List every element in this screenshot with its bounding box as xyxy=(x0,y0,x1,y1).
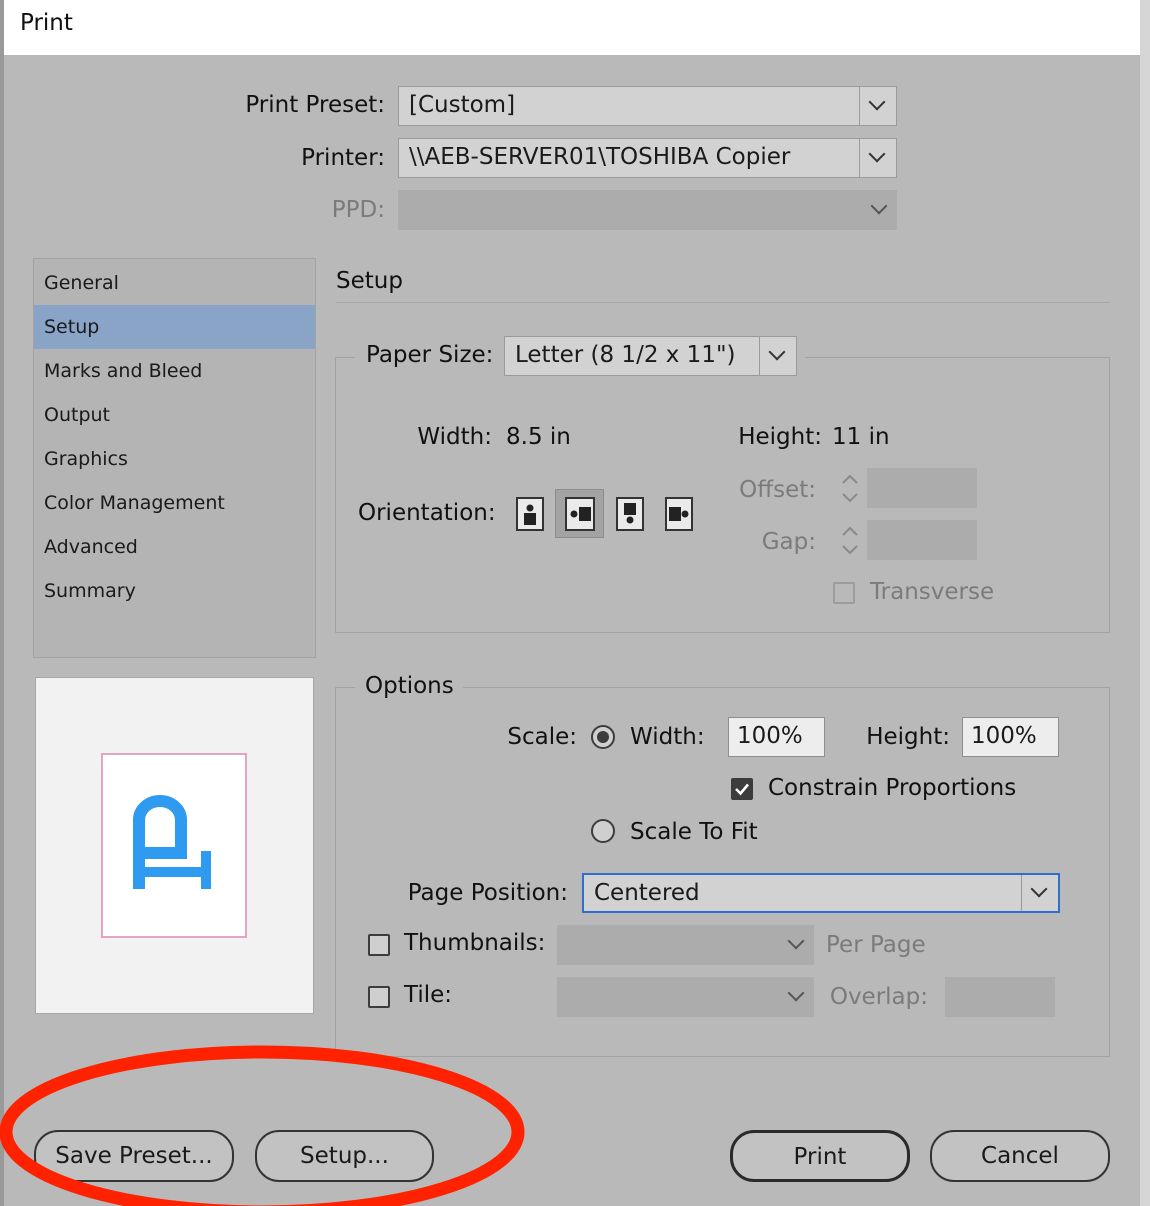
gap-stepper xyxy=(833,520,867,560)
ppd-dropdown xyxy=(398,190,897,230)
gap-field xyxy=(867,520,977,560)
nav-item-color-management[interactable]: Color Management xyxy=(34,481,315,525)
nav-item-graphics[interactable]: Graphics xyxy=(34,437,315,481)
category-list: General Setup Marks and Bleed Output Gra… xyxy=(33,258,316,658)
nav-item-general[interactable]: General xyxy=(34,261,315,305)
ppd-label: PPD: xyxy=(331,197,385,223)
nav-item-marks-and-bleed[interactable]: Marks and Bleed xyxy=(34,349,315,393)
landscape-orientation-button[interactable] xyxy=(555,489,604,538)
scale-to-fit-radio[interactable] xyxy=(591,819,615,843)
print-preset-dropdown[interactable]: [Custom] xyxy=(398,86,897,126)
reverse-portrait-orientation-icon[interactable] xyxy=(615,496,645,532)
chevron-down-icon xyxy=(870,197,888,215)
transverse-label: Transverse xyxy=(870,579,995,605)
setup-heading: Setup xyxy=(336,268,403,294)
transverse-checkbox xyxy=(833,582,855,604)
scale-height-label: Height: xyxy=(866,724,950,750)
printer-value: \\AEB-SERVER01\TOSHIBA Copier xyxy=(409,144,791,170)
offset-field xyxy=(867,468,977,508)
scale-to-fit-label: Scale To Fit xyxy=(630,819,758,845)
checkmark-icon xyxy=(735,783,749,796)
tile-checkbox[interactable] xyxy=(368,986,390,1008)
page-position-label: Page Position: xyxy=(407,880,568,906)
cancel-button[interactable]: Cancel xyxy=(930,1130,1110,1182)
offset-label: Offset: xyxy=(739,477,816,503)
paper-size-label: Paper Size: xyxy=(366,342,494,368)
gap-label: Gap: xyxy=(761,529,816,555)
print-preset-value: [Custom] xyxy=(409,92,516,118)
tile-label: Tile: xyxy=(404,982,453,1008)
height-value: 11 in xyxy=(832,424,890,450)
width-label: Width: xyxy=(417,424,492,450)
setup-separator xyxy=(336,302,1110,303)
page-position-value: Centered xyxy=(594,880,700,906)
window-title: Print xyxy=(20,10,73,36)
overlap-field xyxy=(945,977,1055,1017)
title-bar[interactable] xyxy=(4,0,1140,55)
page-position-dropdown[interactable]: Centered xyxy=(582,873,1060,913)
constrain-proportions-label: Constrain Proportions xyxy=(768,775,1017,801)
offset-stepper xyxy=(833,468,867,508)
overlap-label: Overlap: xyxy=(829,984,928,1010)
chevron-down-icon[interactable] xyxy=(1021,875,1058,911)
landscape-orientation-icon xyxy=(565,497,595,531)
constrain-proportions-checkbox[interactable] xyxy=(731,778,753,800)
chevron-down-icon xyxy=(787,984,805,1002)
nav-item-output[interactable]: Output xyxy=(34,393,315,437)
paper-size-value: Letter (8 1/2 x 11") xyxy=(515,342,736,368)
print-button[interactable]: Print xyxy=(730,1130,910,1182)
thumbnails-dropdown xyxy=(557,925,814,965)
chevron-down-icon[interactable] xyxy=(859,87,896,125)
scale-width-height-radio[interactable] xyxy=(591,725,615,749)
window-left-edge xyxy=(0,0,4,1206)
thumbnails-checkbox[interactable] xyxy=(368,934,390,956)
orientation-label: Orientation: xyxy=(358,500,496,526)
portrait-orientation-icon[interactable] xyxy=(515,496,545,532)
printer-dropdown[interactable]: \\AEB-SERVER01\TOSHIBA Copier xyxy=(398,138,897,178)
preview-page xyxy=(101,753,247,938)
print-preset-label: Print Preset: xyxy=(245,92,385,118)
width-value: 8.5 in xyxy=(506,424,571,450)
tile-dropdown xyxy=(557,977,814,1017)
printer-label: Printer: xyxy=(301,145,385,171)
scale-label: Scale: xyxy=(507,724,577,750)
nav-item-setup[interactable]: Setup xyxy=(34,305,315,349)
per-page-label: Per Page xyxy=(826,932,926,958)
paper-size-dropdown[interactable]: Letter (8 1/2 x 11") xyxy=(504,336,797,376)
nav-item-summary[interactable]: Summary xyxy=(34,569,315,613)
scale-width-label: Width: xyxy=(630,724,705,750)
scale-width-input[interactable]: 100% xyxy=(728,717,825,757)
thumbnails-label: Thumbnails: xyxy=(404,930,546,956)
scale-height-input[interactable]: 100% xyxy=(962,717,1059,757)
chevron-down-icon[interactable] xyxy=(759,337,796,375)
chevron-down-icon[interactable] xyxy=(859,139,896,177)
options-heading: Options xyxy=(365,673,454,699)
nav-item-advanced[interactable]: Advanced xyxy=(34,525,315,569)
height-label: Height: xyxy=(738,424,822,450)
page-glyph-icon xyxy=(133,795,211,889)
highlight-annotation-ellipse xyxy=(0,1045,525,1206)
chevron-down-icon xyxy=(787,932,805,950)
window-right-edge xyxy=(1140,0,1150,1206)
